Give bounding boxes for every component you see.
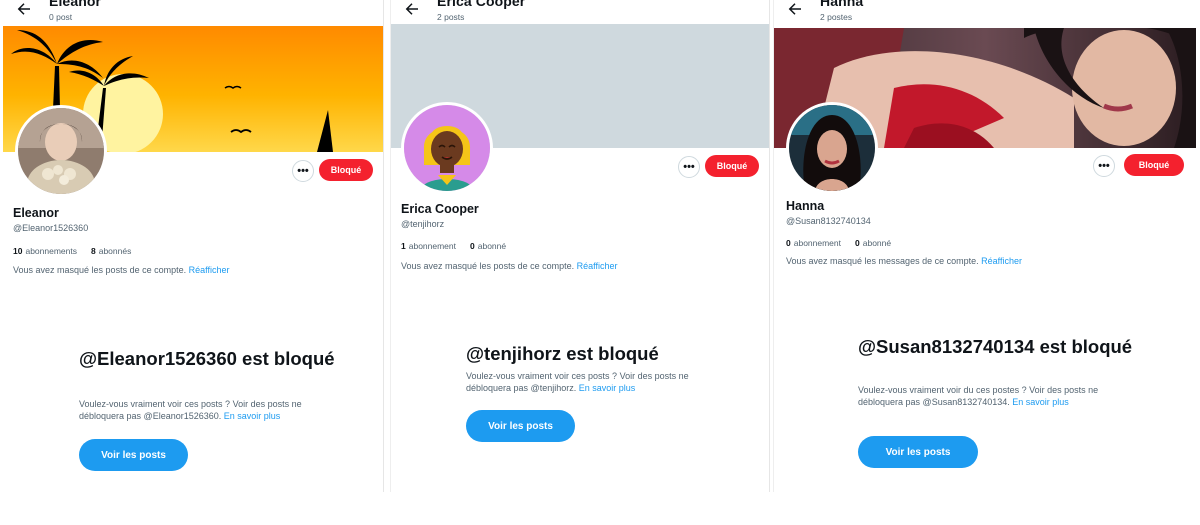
profile-avatar[interactable] [786,102,878,194]
profile-panel-hanna: Hanna 2 postes ••• Bloqué Hanna @Susan81… [773,0,1196,492]
back-arrow-icon[interactable] [15,0,33,18]
blocked-button[interactable]: Bloqué [705,155,759,177]
profile-stats: 1 abonnement 0 abonné [401,241,506,251]
learn-more-link[interactable]: En savoir plus [1012,397,1069,407]
profile-panel-eleanor: Eleanor 0 post ••• Bloqué Eleanor @Elean… [3,0,384,492]
view-posts-button[interactable]: Voir les posts [466,410,575,442]
hidden-posts-note: Vous avez masqué les posts de ce compte.… [401,261,618,271]
header-post-count: 0 post [49,12,73,22]
header-title: Hanna [820,0,864,9]
show-posts-link[interactable]: Réafficher [189,265,230,275]
profile-avatar[interactable] [401,102,493,194]
view-posts-button[interactable]: Voir les posts [858,436,978,468]
header-post-count: 2 postes [820,12,853,22]
followers-stat[interactable]: 0 abonné [470,241,506,251]
profile-handle: @Eleanor1526360 [13,223,89,233]
back-arrow-icon[interactable] [403,0,421,18]
hidden-posts-note: Vous avez masqué les posts de ce compte.… [13,265,230,275]
header-title: Erica Cooper [437,0,526,9]
hidden-posts-note: Vous avez masqué les messages de ce comp… [786,256,1022,266]
header-title: Eleanor [49,0,102,9]
blocked-button[interactable]: Bloqué [319,159,373,181]
blocked-button[interactable]: Bloqué [1124,154,1184,176]
blocked-heading: @Susan8132740134 est bloqué [858,336,1133,357]
blocked-heading: @Eleanor1526360 est bloqué [79,348,335,369]
blocked-description: Voulez-vous vraiment voir du ces postes … [858,385,1099,407]
back-arrow-icon[interactable] [786,0,804,18]
profile-header: Hanna 2 postes [774,0,1196,26]
blocked-description: Voulez-vous vraiment voir ces posts ? Vo… [466,371,689,393]
profile-stats: 0 abonnement 0 abonné [786,238,891,248]
followers-stat[interactable]: 0 abonné [855,238,891,248]
show-posts-link[interactable]: Réafficher [981,256,1022,266]
following-stat[interactable]: 0 abonnement [786,238,841,248]
profile-avatar[interactable] [15,105,107,197]
profile-panel-erica-cooper: Erica Cooper 2 posts ••• Bloqué Erica Co… [390,0,770,492]
profile-name: Hanna [786,199,825,213]
blocked-heading: @tenjihorz est bloqué [466,343,659,364]
profile-name: Eleanor [13,206,59,220]
following-stat[interactable]: 1 abonnement [401,241,456,251]
profile-header: Eleanor 0 post [3,0,383,26]
profile-handle: @Susan8132740134 [786,216,871,226]
more-options-button[interactable]: ••• [292,160,314,182]
following-stat[interactable]: 10 abonnements [13,246,77,256]
profile-handle: @tenjihorz [401,219,445,229]
blocked-description: Voulez-vous vraiment voir ces posts ? Vo… [79,399,302,421]
learn-more-link[interactable]: En savoir plus [224,411,281,421]
view-posts-button[interactable]: Voir les posts [79,439,188,471]
show-posts-link[interactable]: Réafficher [577,261,618,271]
followers-stat[interactable]: 8 abonnés [91,246,131,256]
more-options-button[interactable]: ••• [678,156,700,178]
more-options-button[interactable]: ••• [1093,155,1115,177]
profile-header: Erica Cooper 2 posts [391,0,769,26]
profile-stats: 10 abonnements 8 abonnés [13,246,131,256]
learn-more-link[interactable]: En savoir plus [579,383,636,393]
profile-name: Erica Cooper [401,202,479,216]
header-post-count: 2 posts [437,12,465,22]
